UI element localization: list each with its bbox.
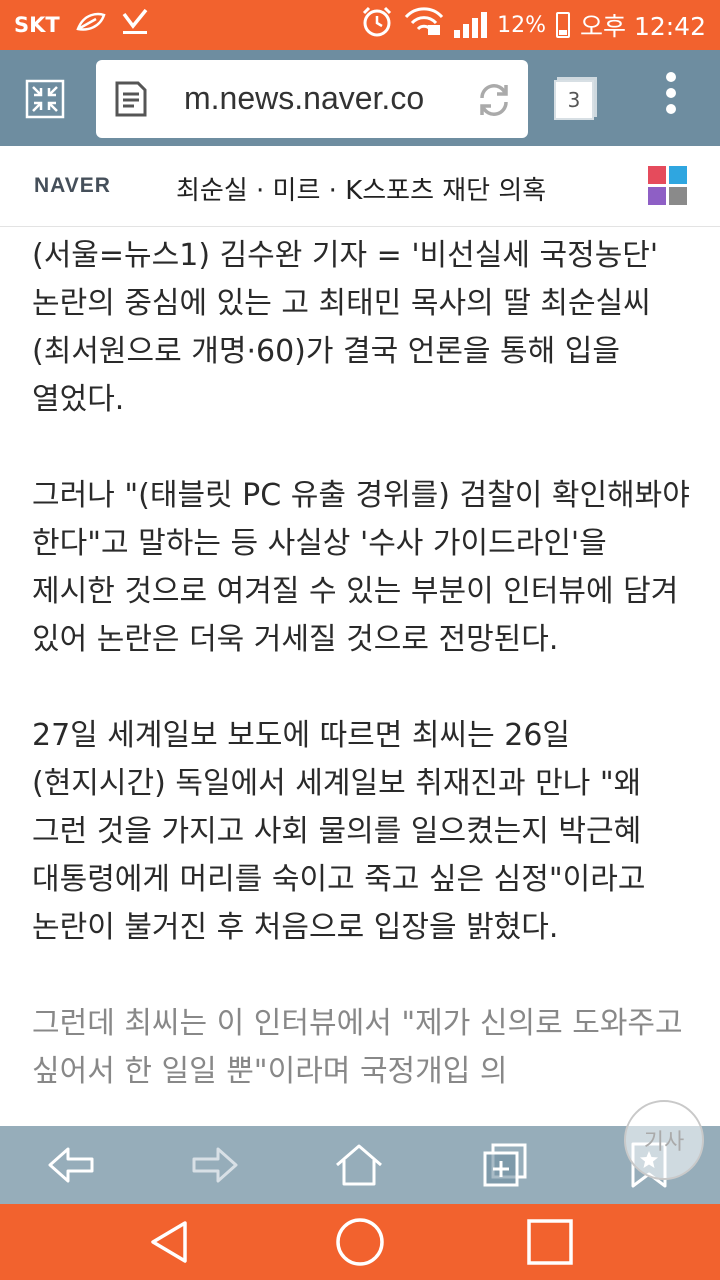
collapse-screen-icon[interactable] <box>20 74 70 124</box>
status-bar: SKT 12% 오후 12:42 <box>0 0 720 50</box>
home-icon[interactable] <box>332 1138 386 1192</box>
article-paragraph: 그런데 최씨는 이 인터뷰에서 "제가 신의로 도와주고 싶어서 한 일일 뿐"… <box>32 1006 683 1089</box>
battery-icon <box>556 12 570 38</box>
wifi-lock-icon <box>404 7 444 43</box>
nav-recents-icon[interactable] <box>520 1214 580 1270</box>
article-paragraph: (서울=뉴스1) 김수완 기자 = '비선실세 국정농단' 논란의 중심에 있는… <box>32 238 659 417</box>
browser-bottom-bar <box>0 1126 720 1204</box>
address-bar[interactable]: m.news.naver.co <box>96 60 528 138</box>
naver-logo[interactable]: NAVER <box>34 174 111 198</box>
topic-title[interactable]: 최순실 · 미르 · K스포츠 재단 의혹 <box>176 170 546 207</box>
article-paragraph: 27일 세계일보 보도에 따르면 최씨는 26일(현지시간) 독일에서 세계일보… <box>32 718 646 945</box>
carrier-label: SKT <box>14 13 60 37</box>
overflow-menu-icon[interactable] <box>664 72 678 124</box>
nav-back-icon[interactable] <box>140 1214 200 1270</box>
page-icon <box>114 80 148 118</box>
fab-label: 기사 <box>643 1130 685 1155</box>
browser-toolbar: m.news.naver.co 3 <box>0 50 720 146</box>
back-arrow-icon[interactable] <box>44 1138 98 1192</box>
battery-percent: 12% <box>497 12 546 38</box>
system-nav-bar <box>0 1204 720 1280</box>
clock: 오후 12:42 <box>580 12 706 41</box>
download-check-icon <box>120 8 150 42</box>
naver-header: NAVER 최순실 · 미르 · K스포츠 재단 의혹 <box>0 146 720 227</box>
tab-count: 3 <box>567 88 581 112</box>
url-text[interactable]: m.news.naver.co <box>184 80 452 117</box>
article-paragraph: 그러나 "(태블릿 PC 유출 경위를) 검찰이 확인해봐야 한다"고 말하는 … <box>32 478 690 657</box>
floating-article-button[interactable]: 기사 <box>624 1100 704 1180</box>
leaf-icon <box>76 11 106 39</box>
article-body: (서울=뉴스1) 김수완 기자 = '비선실세 국정농단' 논란의 중심에 있는… <box>32 232 696 1144</box>
alarm-icon <box>360 5 394 45</box>
refresh-icon[interactable] <box>472 78 516 122</box>
signal-icon <box>454 12 488 38</box>
app-grid-icon[interactable] <box>648 166 688 206</box>
add-tab-icon[interactable] <box>478 1138 532 1192</box>
nav-home-icon[interactable] <box>330 1214 390 1270</box>
tab-count-button[interactable]: 3 <box>554 80 594 120</box>
forward-arrow-icon[interactable] <box>188 1138 242 1192</box>
